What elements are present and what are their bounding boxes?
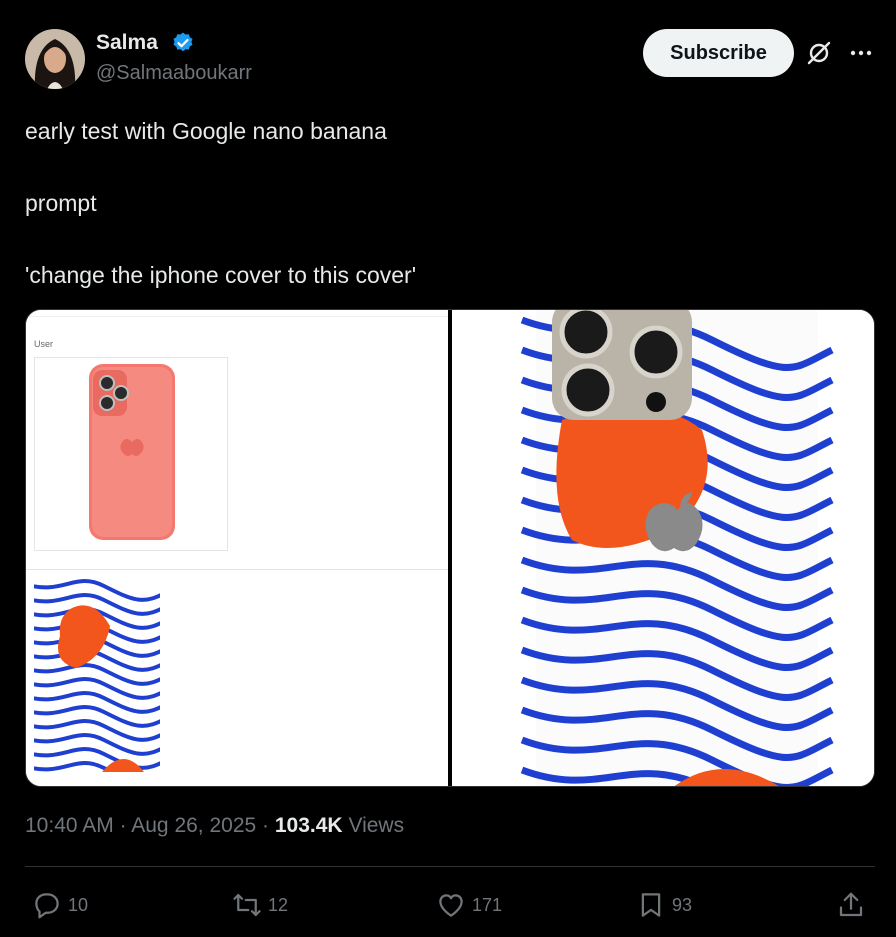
- post-meta: 10:40 AM · Aug 26, 2025 · 103.4K Views: [25, 814, 404, 838]
- media-image-left[interactable]: User: [26, 310, 448, 786]
- cover-pattern-image: [34, 576, 160, 772]
- avatar-image: [25, 29, 85, 89]
- views-label: Views: [348, 814, 405, 837]
- heart-icon: [439, 894, 463, 917]
- like-button[interactable]: 171: [436, 888, 502, 922]
- author-handle[interactable]: @Salmaaboukarr: [96, 62, 252, 85]
- bookmark-button[interactable]: 93: [636, 888, 692, 922]
- repost-count: 12: [268, 894, 289, 915]
- separator-dot: ·: [262, 814, 275, 837]
- pink-phone-image: [34, 357, 228, 551]
- grok-icon[interactable]: [806, 40, 832, 66]
- user-label: User: [34, 339, 54, 349]
- avatar[interactable]: [25, 29, 85, 89]
- like-count: 171: [472, 894, 503, 915]
- share-icon: [839, 892, 863, 917]
- reply-icon: [35, 893, 59, 919]
- repost-icon: [233, 893, 261, 917]
- media-image-right[interactable]: [452, 310, 874, 786]
- reply-button[interactable]: 10: [32, 888, 88, 922]
- bookmark-icon: [641, 893, 661, 917]
- divider: [26, 569, 448, 570]
- views-count: 103.4K: [274, 814, 343, 837]
- repost-button[interactable]: 12: [232, 888, 288, 922]
- divider: [26, 316, 448, 317]
- share-button[interactable]: [836, 888, 872, 922]
- post-time[interactable]: 10:40 AM: [25, 814, 114, 837]
- author-name[interactable]: Salma: [96, 31, 158, 55]
- patterned-iphone-illustration: [452, 310, 874, 786]
- pink-iphone-case-illustration: [89, 364, 175, 540]
- post-media[interactable]: User: [25, 309, 875, 787]
- post-text: early test with Google nano banana promp…: [25, 118, 417, 288]
- divider: [25, 866, 875, 867]
- separator-dot: ·: [119, 814, 132, 837]
- bookmark-count: 93: [672, 894, 693, 915]
- post-date[interactable]: Aug 26, 2025: [131, 814, 256, 837]
- verified-badge-icon[interactable]: [171, 31, 195, 55]
- more-icon[interactable]: [848, 43, 874, 63]
- subscribe-button[interactable]: Subscribe: [643, 29, 794, 77]
- reply-count: 10: [68, 894, 89, 915]
